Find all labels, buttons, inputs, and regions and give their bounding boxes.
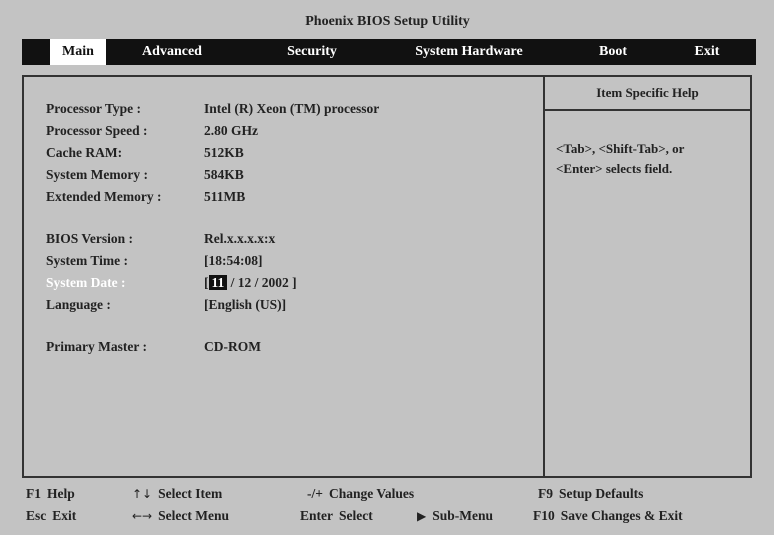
processor-type-value: Intel (R) Xeon (TM) processor bbox=[204, 101, 380, 116]
cache-ram-label: Cache RAM: bbox=[46, 145, 123, 160]
menu-advanced[interactable]: Advanced bbox=[132, 39, 212, 65]
panel-divider bbox=[543, 77, 545, 476]
footer-leftright: ←→ Select Menu bbox=[132, 506, 229, 526]
triangle-right-icon: ▶ bbox=[417, 509, 427, 523]
menu-main[interactable]: Main bbox=[50, 39, 106, 65]
system-memory-value: 584KB bbox=[204, 167, 244, 182]
updown-action: Select Item bbox=[158, 486, 223, 501]
bios-screen: Phoenix BIOS Setup Utility Main Advanced… bbox=[0, 0, 774, 535]
processor-speed-label: Processor Speed : bbox=[46, 123, 148, 138]
f9-key: F9 bbox=[538, 486, 553, 501]
help-line-1: <Tab>, <Shift-Tab>, or bbox=[556, 141, 685, 156]
extended-memory-value: 511MB bbox=[204, 189, 246, 204]
menu-boot[interactable]: Boot bbox=[588, 39, 638, 65]
help-title-divider bbox=[545, 109, 750, 111]
system-date-rest[interactable]: / 12 / 2002 ] bbox=[231, 275, 297, 290]
key-legend: F1 Help Esc Exit ↑↓ Select Item ←→ Select Me… bbox=[22, 482, 756, 528]
extended-memory-label: Extended Memory : bbox=[46, 189, 162, 204]
menu-security[interactable]: Security bbox=[272, 39, 352, 65]
enter-action: Select bbox=[339, 508, 373, 523]
help-text: <Tab>, <Shift-Tab>, or <Enter> selects f… bbox=[556, 139, 741, 179]
left-right-arrows-icon: ←→ bbox=[132, 509, 153, 523]
footer-esc: Esc Exit bbox=[26, 506, 76, 526]
plusminus-action: Change Values bbox=[328, 486, 415, 501]
help-line-2: <Enter> selects field. bbox=[556, 161, 673, 176]
footer-plusminus: -/+ Change Values bbox=[307, 484, 414, 504]
up-down-arrows-icon: ↑↓ bbox=[132, 487, 153, 501]
footer-updown: ↑↓ Select Item bbox=[132, 484, 222, 504]
language-label[interactable]: Language : bbox=[46, 295, 111, 315]
window-title: Phoenix BIOS Setup Utility bbox=[305, 14, 470, 29]
menu-system-hardware[interactable]: System Hardware bbox=[404, 39, 534, 65]
f1-key: F1 bbox=[26, 486, 41, 501]
system-time-label[interactable]: System Time : bbox=[46, 251, 128, 271]
system-date-label[interactable]: System Date : bbox=[46, 273, 125, 293]
cache-ram-value: 512KB bbox=[204, 145, 244, 160]
footer-enter: Enter Select bbox=[300, 506, 373, 526]
processor-speed-value: 2.80 GHz bbox=[204, 123, 258, 138]
submenu-action: Sub-Menu bbox=[432, 508, 494, 523]
esc-action: Exit bbox=[52, 508, 77, 523]
footer-f9: F9 Setup Defaults bbox=[538, 484, 643, 504]
primary-master-value[interactable]: CD-ROM bbox=[204, 337, 261, 357]
help-title: Item Specific Help bbox=[596, 85, 699, 100]
f10-key: F10 bbox=[533, 508, 555, 523]
footer-f1: F1 Help bbox=[26, 484, 75, 504]
enter-key: Enter bbox=[300, 508, 333, 523]
footer-f10: F10 Save Changes & Exit bbox=[533, 506, 683, 526]
footer-submenu: ▶ Sub-Menu bbox=[417, 506, 493, 526]
menu-bar: Main Advanced Security System Hardware B… bbox=[22, 39, 756, 65]
primary-master-label[interactable]: Primary Master : bbox=[46, 337, 147, 357]
menu-exit[interactable]: Exit bbox=[682, 39, 732, 65]
esc-key: Esc bbox=[26, 508, 47, 523]
processor-type-label: Processor Type : bbox=[46, 101, 141, 116]
language-value[interactable]: [English (US)] bbox=[204, 295, 286, 315]
plus-minus-key: -/+ bbox=[307, 486, 323, 501]
system-time-value[interactable]: [18:54:08] bbox=[204, 251, 262, 271]
system-date-open-bracket: [ bbox=[204, 275, 209, 290]
system-date-month-field[interactable]: 11 bbox=[208, 275, 228, 290]
f10-action: Save Changes & Exit bbox=[560, 508, 683, 523]
f9-action: Setup Defaults bbox=[559, 486, 644, 501]
main-panel: Item Specific Help <Tab>, <Shift-Tab>, o… bbox=[22, 75, 752, 478]
f1-action: Help bbox=[47, 486, 75, 501]
leftright-action: Select Menu bbox=[158, 508, 229, 523]
system-memory-label: System Memory : bbox=[46, 167, 148, 182]
system-date-value[interactable]: [11 / 12 / 2002 ] bbox=[204, 273, 297, 293]
bios-version-value: Rel.x.x.x.x:x bbox=[204, 231, 276, 246]
bios-version-label: BIOS Version : bbox=[46, 231, 134, 246]
